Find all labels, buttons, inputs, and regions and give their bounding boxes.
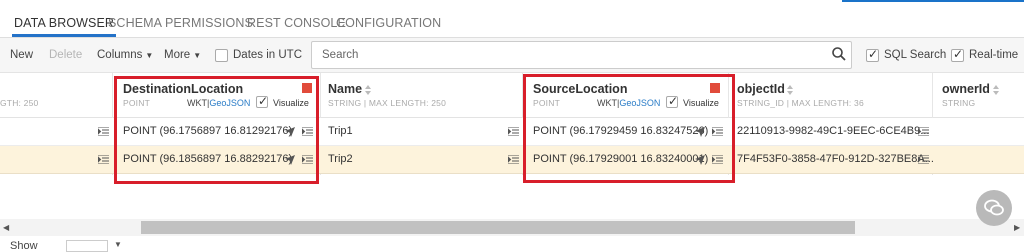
edit-icon[interactable] — [918, 127, 929, 136]
tab-rest-console[interactable]: REST CONSOLE — [247, 16, 346, 30]
sql-search-checkbox[interactable] — [866, 47, 879, 62]
column-header-name[interactable]: Name — [328, 82, 362, 96]
scroll-right-icon[interactable]: ▶ — [1014, 223, 1020, 232]
more-dropdown[interactable]: More ▼ — [164, 49, 201, 61]
edit-icon[interactable] — [98, 155, 109, 164]
more-label: More — [164, 49, 191, 61]
cell-objectid[interactable]: 7F4F53F0-3858-47F0-912D-327BE8A... — [737, 153, 934, 165]
realtime-checkbox[interactable] — [951, 47, 964, 62]
toolbar: New Delete Columns ▼ More ▼ Dates in UTC S… — [0, 38, 1024, 73]
chevron-down-icon[interactable]: ▼ — [114, 240, 122, 249]
columns-label: Columns — [97, 49, 143, 61]
column-type-string-id: STRING_ID | MAX LENGTH: 36 — [737, 98, 864, 108]
chat-button[interactable] — [976, 190, 1012, 226]
tab-data-browser[interactable]: DATA BROWSER — [11, 16, 117, 37]
page-size-select[interactable] — [66, 240, 108, 252]
dates-utc-label: Dates in UTC — [233, 49, 303, 61]
sort-icon[interactable] — [364, 84, 372, 96]
sort-icon[interactable] — [786, 84, 794, 96]
scrollbar-thumb[interactable] — [141, 221, 855, 234]
column-type-string: STRING — [942, 98, 976, 108]
search-icon[interactable] — [831, 46, 847, 62]
edit-icon[interactable] — [918, 155, 929, 164]
dates-utc-checkbox[interactable] — [215, 49, 228, 62]
edit-icon[interactable] — [508, 155, 519, 164]
highlight-box-destination — [114, 76, 319, 184]
top-accent-line — [842, 0, 1024, 2]
tab-schema[interactable]: SCHEMA — [108, 16, 162, 30]
sort-icon[interactable] — [992, 84, 1000, 96]
scroll-left-icon[interactable]: ◀ — [3, 223, 9, 232]
cell-name[interactable]: Trip2 — [328, 153, 353, 165]
delete-button[interactable]: Delete — [49, 49, 82, 61]
search-placeholder: Search — [322, 49, 359, 61]
realtime-label: Real-time — [969, 49, 1019, 61]
cell-name[interactable]: Trip1 — [328, 125, 353, 137]
cell-objectid[interactable]: 22110913-9982-49C1-9EEC-6CE4B9... — [737, 125, 929, 137]
search-input[interactable]: Search — [311, 41, 852, 69]
chevron-down-icon: ▼ — [193, 51, 202, 60]
columns-dropdown[interactable]: Columns ▼ — [97, 49, 153, 61]
chat-icon — [984, 199, 1004, 216]
column-header-objectid[interactable]: objectId — [737, 82, 785, 96]
tab-configuration[interactable]: CONFIGURATION — [336, 16, 441, 30]
tab-permissions[interactable]: PERMISSIONS — [165, 16, 253, 30]
prev-column-meta: GTH: 250 — [0, 98, 39, 108]
edit-icon[interactable] — [508, 127, 519, 136]
highlight-box-source — [523, 74, 735, 183]
column-type-string: STRING | MAX LENGTH: 250 — [328, 98, 447, 108]
page-size-label: Show — [10, 240, 38, 252]
chevron-down-icon: ▼ — [145, 51, 154, 60]
column-header-ownerid[interactable]: ownerId — [942, 82, 990, 96]
sql-search-label: SQL Search — [884, 49, 947, 61]
pagination-footer: Show ▼ — [0, 236, 1024, 252]
edit-icon[interactable] — [98, 127, 109, 136]
new-button[interactable]: New — [10, 49, 33, 61]
